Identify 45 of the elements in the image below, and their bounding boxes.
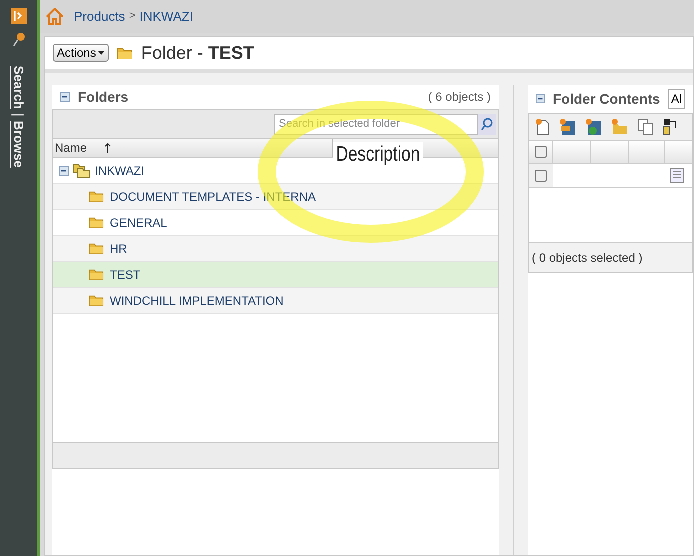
new-part-icon[interactable] bbox=[559, 118, 577, 136]
folders-icon bbox=[73, 162, 91, 178]
caret-icon bbox=[98, 51, 106, 55]
panel-title: Folder Contents bbox=[552, 90, 660, 108]
tree-row[interactable]: HR bbox=[53, 236, 498, 262]
tree-label: INKWAZI bbox=[95, 162, 145, 180]
tree-row[interactable]: TEST bbox=[53, 262, 498, 288]
collapse-icon[interactable] bbox=[59, 166, 69, 176]
breadcrumb-link[interactable]: Products bbox=[74, 6, 126, 26]
tree-label: GENERAL bbox=[110, 214, 168, 232]
tree-label: HR bbox=[110, 240, 128, 258]
sidebar-tab[interactable]: Search bbox=[8, 66, 28, 110]
folder-icon bbox=[117, 46, 134, 60]
sidebar-tab[interactable]: Browse bbox=[8, 121, 28, 168]
copy-icon[interactable] bbox=[637, 118, 655, 136]
folder-icon bbox=[89, 216, 104, 229]
search-icon[interactable] bbox=[478, 114, 496, 134]
collapse-panel-icon[interactable] bbox=[10, 8, 26, 24]
object-count: ( 6 objects ) bbox=[428, 89, 491, 106]
tree-label: TEST bbox=[110, 266, 141, 284]
collapse-icon[interactable] bbox=[60, 92, 70, 102]
document-icon bbox=[670, 168, 684, 183]
new-task-icon[interactable] bbox=[585, 118, 603, 136]
panel-title: Folders bbox=[78, 88, 129, 106]
new-document-icon[interactable] bbox=[535, 118, 551, 136]
tree-label: WINDCHILL IMPLEMENTATION bbox=[110, 292, 284, 310]
folder-icon bbox=[89, 190, 104, 203]
actions-button[interactable]: Actions bbox=[53, 44, 110, 62]
tab-separator: | bbox=[10, 113, 28, 118]
page-title: Folder - TEST bbox=[141, 42, 254, 64]
structure-icon[interactable] bbox=[663, 118, 677, 136]
breadcrumb-link[interactable]: INKWAZI bbox=[140, 6, 194, 26]
collapse-icon[interactable] bbox=[536, 94, 545, 104]
tree-row[interactable]: WINDCHILL IMPLEMENTATION bbox=[53, 288, 498, 314]
checkbox[interactable] bbox=[535, 170, 547, 182]
folder-icon bbox=[89, 268, 104, 281]
view-select[interactable]: Al bbox=[668, 89, 685, 109]
sort-arrow-icon bbox=[105, 143, 112, 153]
folder-icon bbox=[89, 242, 104, 255]
selection-count: ( 0 objects selected ) bbox=[532, 250, 643, 266]
pin-icon[interactable] bbox=[12, 32, 26, 48]
checkbox[interactable] bbox=[534, 146, 546, 158]
folder-icon bbox=[89, 294, 104, 307]
breadcrumb-separator: > bbox=[129, 9, 136, 24]
annotation-label: Description bbox=[333, 142, 424, 168]
